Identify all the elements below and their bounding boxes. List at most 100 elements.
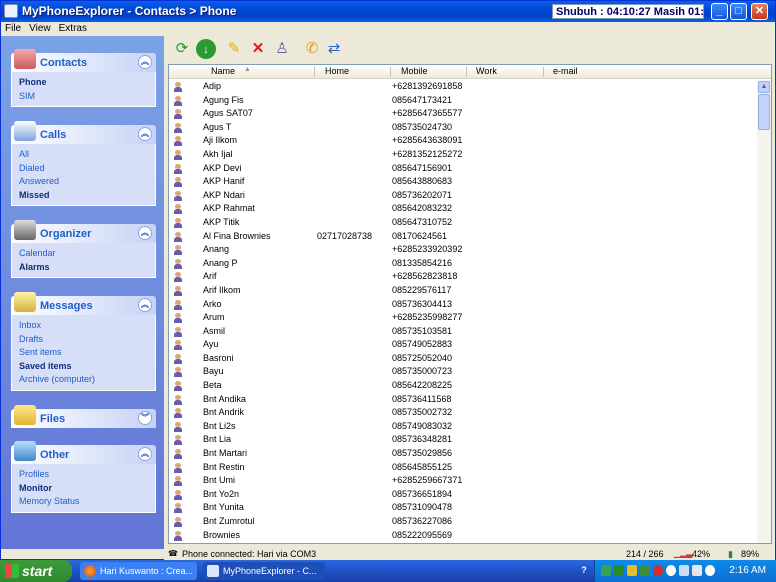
- table-row[interactable]: Bnt Andrik 085735002732: [169, 406, 757, 420]
- table-row[interactable]: Bnt Restin 085645855125: [169, 461, 757, 475]
- menu-file[interactable]: File: [1, 22, 25, 35]
- sidebar-item-sent[interactable]: Sent items: [19, 346, 148, 360]
- table-row[interactable]: Agus SAT07 +6285647365577: [169, 107, 757, 121]
- column-header-home[interactable]: Home: [325, 66, 349, 76]
- taskbar-item-myphoneexplorer[interactable]: MyPhoneExplorer - C...: [203, 562, 325, 580]
- chevron-up-icon[interactable]: ︽: [138, 226, 152, 240]
- sidebar-item-answered[interactable]: Answered: [19, 175, 148, 189]
- menu-view[interactable]: View: [25, 22, 55, 35]
- refresh-icon[interactable]: ⟳: [172, 39, 192, 59]
- sidebar-item-dialed[interactable]: Dialed: [19, 162, 148, 176]
- table-row[interactable]: Arum +6285235998277: [169, 311, 757, 325]
- tray-icon-monitor[interactable]: [640, 565, 650, 576]
- table-row[interactable]: AKP Devi 085647156901: [169, 162, 757, 176]
- sidebar-item-saved[interactable]: Saved items: [19, 360, 148, 374]
- menu-extras[interactable]: Extras: [55, 22, 91, 35]
- table-row[interactable]: Agung Fis 085647173421: [169, 94, 757, 108]
- group-header-messages[interactable]: Messages ︽: [11, 292, 156, 315]
- group-header-contacts[interactable]: Contacts ︽: [11, 49, 156, 72]
- phone-icon[interactable]: ✆: [302, 39, 322, 59]
- sidebar-item-archive[interactable]: Archive (computer): [19, 373, 148, 387]
- sidebar-item-sim[interactable]: SIM: [19, 90, 148, 104]
- table-row[interactable]: Agus T 085735024730: [169, 121, 757, 135]
- tray-icon-shield[interactable]: [666, 565, 676, 576]
- table-row[interactable]: Bnt Umi +6285259667371: [169, 474, 757, 488]
- table-row[interactable]: AKP Titik 085647310752: [169, 216, 757, 230]
- group-header-other[interactable]: Other ︽: [11, 441, 156, 464]
- maximize-button[interactable]: □: [730, 3, 747, 20]
- table-row[interactable]: Brownies 085222095569: [169, 529, 757, 543]
- table-row[interactable]: Anang P 081335854216: [169, 257, 757, 271]
- table-row[interactable]: Asmil 085735103581: [169, 325, 757, 339]
- tray-icon-clock[interactable]: [705, 565, 715, 576]
- table-row[interactable]: Bnt Lia 085736348281: [169, 433, 757, 447]
- table-row[interactable]: Aji Ilkom +6285643638091: [169, 134, 757, 148]
- tray-icon-phone[interactable]: [692, 565, 702, 576]
- table-row[interactable]: Bayu 085735000723: [169, 365, 757, 379]
- sync-icon[interactable]: ⇄: [324, 39, 344, 59]
- table-row[interactable]: Bnt Yo2n 085736651894: [169, 488, 757, 502]
- taskbar-item-browser[interactable]: Hari Kuswanto : Crea...: [80, 562, 197, 580]
- table-row[interactable]: Bnt Martari 085735029856: [169, 447, 757, 461]
- group-header-organizer[interactable]: Organizer ︽: [11, 220, 156, 243]
- column-header-mobile[interactable]: Mobile: [401, 66, 428, 76]
- chevron-up-icon[interactable]: ︽: [138, 55, 152, 69]
- table-row[interactable]: Arif Ilkom 085229576117: [169, 284, 757, 298]
- table-row[interactable]: Adip +6281392691858: [169, 80, 757, 94]
- tray-icon-star[interactable]: [627, 565, 637, 576]
- table-row[interactable]: AKP Hanif 085643880683: [169, 175, 757, 189]
- table-row[interactable]: AKP Rahmat 085642083232: [169, 202, 757, 216]
- chevron-up-icon[interactable]: ︽: [138, 298, 152, 312]
- add-contact-icon[interactable]: ♙: [272, 39, 292, 59]
- chevron-down-icon[interactable]: ︾: [138, 411, 152, 425]
- table-row[interactable]: Arko 085736304413: [169, 298, 757, 312]
- column-header-email[interactable]: e-mail: [553, 66, 578, 76]
- scroll-up-icon[interactable]: ▲: [758, 81, 770, 93]
- tray-icon-antivirus[interactable]: [653, 565, 663, 576]
- tray-icon-play[interactable]: [614, 565, 624, 576]
- help-icon[interactable]: ?: [578, 565, 590, 577]
- table-row[interactable]: Beta 085642208225: [169, 379, 757, 393]
- vertical-scrollbar[interactable]: ▲: [757, 80, 771, 543]
- chevron-up-icon[interactable]: ︽: [138, 447, 152, 461]
- table-row[interactable]: Arif +628562823818: [169, 270, 757, 284]
- sidebar-item-alarms[interactable]: Alarms: [19, 261, 148, 275]
- cell-mobile: 085736227086: [392, 516, 453, 526]
- title-bar[interactable]: MyPhoneExplorer - Contacts > Phone Shubu…: [1, 1, 775, 22]
- table-row[interactable]: Basroni 085725052040: [169, 352, 757, 366]
- column-header-work[interactable]: Work: [476, 66, 497, 76]
- sidebar-item-memory[interactable]: Memory Status: [19, 495, 148, 509]
- table-row[interactable]: Bnt Li2s 085749083032: [169, 420, 757, 434]
- table-row[interactable]: Bnt Andika 085736411568: [169, 393, 757, 407]
- table-row[interactable]: Al Fina Brownies 02717028738 08170624561: [169, 230, 757, 244]
- table-row[interactable]: AKP Ndari 085736202071: [169, 189, 757, 203]
- sidebar-item-drafts[interactable]: Drafts: [19, 333, 148, 347]
- tray-icon-network[interactable]: [601, 565, 611, 576]
- table-row[interactable]: Akh Ijal +6281352125272: [169, 148, 757, 162]
- scroll-thumb[interactable]: [758, 94, 770, 130]
- download-icon[interactable]: ↓: [196, 39, 216, 59]
- chevron-up-icon[interactable]: ︽: [138, 127, 152, 141]
- close-button[interactable]: ✕: [751, 3, 768, 20]
- start-button[interactable]: start: [0, 560, 72, 582]
- sidebar-item-phone[interactable]: Phone: [19, 76, 148, 90]
- edit-icon[interactable]: ✎: [224, 39, 244, 59]
- delete-icon[interactable]: ✕: [248, 39, 268, 59]
- sidebar-item-calendar[interactable]: Calendar: [19, 247, 148, 261]
- sidebar-item-missed[interactable]: Missed: [19, 189, 148, 203]
- minimize-button[interactable]: _: [711, 3, 728, 20]
- sidebar-item-inbox[interactable]: Inbox: [19, 319, 148, 333]
- sidebar-item-monitor[interactable]: Monitor: [19, 482, 148, 496]
- group-header-files[interactable]: Files ︾: [11, 405, 156, 428]
- table-row[interactable]: Bnt Yunita 085731090478: [169, 501, 757, 515]
- table-row[interactable]: Bnt Zumrotul 085736227086: [169, 515, 757, 529]
- tray-icon-speaker[interactable]: [679, 565, 689, 576]
- table-row[interactable]: Ayu 085749052883: [169, 338, 757, 352]
- group-header-calls[interactable]: Calls ︽: [11, 121, 156, 144]
- sidebar-item-profiles[interactable]: Profiles: [19, 468, 148, 482]
- table-row[interactable]: Anang +6285233920392: [169, 243, 757, 257]
- contact-icon: [174, 231, 182, 242]
- sidebar-item-all[interactable]: All: [19, 148, 148, 162]
- column-header-name[interactable]: Name: [211, 66, 235, 76]
- cell-name: Arif Ilkom: [203, 284, 241, 295]
